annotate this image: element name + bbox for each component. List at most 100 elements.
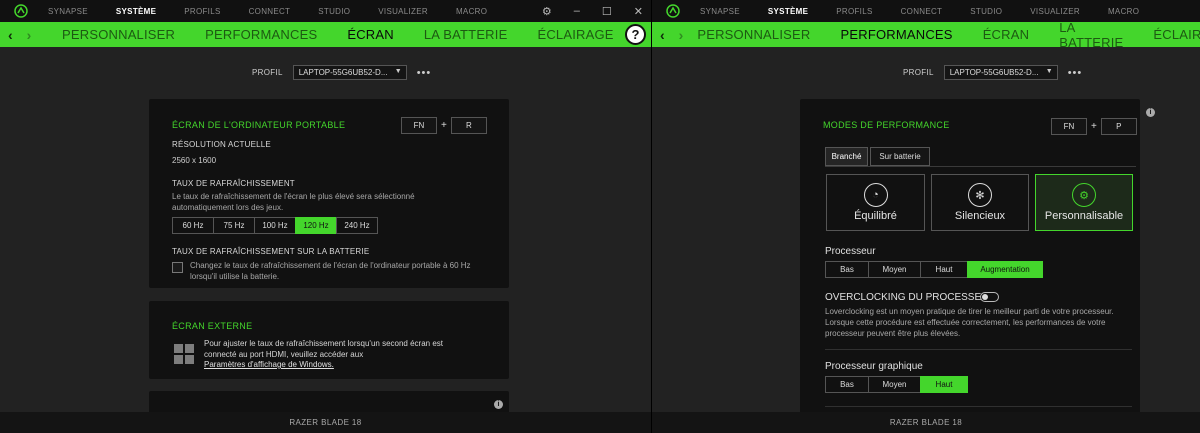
tab-personnaliser[interactable]: PERSONNALISER	[697, 27, 810, 42]
profile-value: LAPTOP-55G6UB52-D...	[949, 68, 1039, 77]
shortcut-key-fn: FN	[401, 117, 437, 134]
profile-select[interactable]: LAPTOP-55G6UB52-D... ▼	[943, 65, 1058, 80]
help-icon[interactable]: ?	[625, 24, 646, 45]
top-menu-synapse[interactable]: SYNAPSE	[48, 7, 88, 16]
more-options-icon[interactable]: •••	[417, 67, 432, 79]
top-menu-synapse[interactable]: SYNAPSE	[700, 7, 740, 16]
top-menu-profils[interactable]: PROFILS	[184, 7, 220, 16]
tab-branche[interactable]: Branché	[825, 147, 868, 166]
shortcut-key-fn: FN	[1051, 118, 1087, 135]
tab-la-batterie[interactable]: LA BATTERIE	[1059, 20, 1123, 50]
tab-ecran[interactable]: ÉCRAN	[347, 27, 394, 42]
cpu-overclocking-description: Loverclocking est un moyen pratique de t…	[825, 306, 1114, 339]
gpu-option-haut[interactable]: Haut	[920, 376, 968, 393]
top-menu-systeme[interactable]: SYSTÈME	[768, 7, 808, 16]
profile-label: PROFIL	[252, 68, 283, 77]
top-menu-macro[interactable]: MACRO	[456, 7, 487, 16]
external-desc-line1: Pour ajuster le taux de rafraîchissement…	[204, 339, 443, 348]
top-menu-macro[interactable]: MACRO	[1108, 7, 1139, 16]
shortcut-key-p: P	[1100, 118, 1137, 135]
razer-logo-icon	[14, 4, 28, 18]
info-icon[interactable]: i	[1146, 108, 1155, 117]
cpu-option-augmentation[interactable]: Augmentation	[967, 261, 1043, 278]
top-menu-studio[interactable]: STUDIO	[970, 7, 1002, 16]
settings-gear-icon[interactable]: ⚙	[542, 5, 552, 18]
laptop-screen-title: ÉCRAN DE L'ORDINATEUR PORTABLE	[172, 120, 346, 130]
battery-refresh-desc-line1: Changez le taux de rafraîchissement de l…	[190, 261, 471, 270]
fan-icon: ✻	[968, 183, 992, 207]
tab-eclairage[interactable]: ÉCLAIRAGE	[1153, 27, 1200, 42]
battery-refresh-description: Changez le taux de rafraîchissement de l…	[190, 260, 471, 282]
rate-option-240[interactable]: 240 Hz	[336, 217, 378, 234]
top-menu-visualizer[interactable]: VISUALIZER	[1030, 7, 1080, 16]
tab-personnaliser[interactable]: PERSONNALISER	[62, 27, 175, 42]
rate-option-100[interactable]: 100 Hz	[254, 217, 296, 234]
tab-la-batterie[interactable]: LA BATTERIE	[424, 27, 508, 42]
cpu-option-moyen[interactable]: Moyen	[868, 261, 921, 278]
mode-card-equilibre[interactable]: ◔ Équilibré	[826, 174, 925, 231]
oc-desc-line1: Loverclocking est un moyen pratique de t…	[825, 307, 1114, 316]
top-menu-systeme[interactable]: SYSTÈME	[116, 7, 156, 16]
nav-arrows: ‹ ›	[8, 27, 62, 43]
minimize-icon[interactable]: –	[574, 5, 580, 17]
tab-performances[interactable]: PERFORMANCES	[840, 27, 952, 42]
external-screen-panel: ÉCRAN EXTERNE Pour ajuster le taux de ra…	[149, 301, 509, 379]
nav-tabs: PERSONNALISER PERFORMANCES ÉCRAN LA BATT…	[697, 20, 1200, 50]
shortcut-plus: +	[1091, 121, 1097, 132]
cpu-option-bas[interactable]: Bas	[825, 261, 869, 278]
more-options-icon[interactable]: •••	[1068, 67, 1083, 79]
battery-refresh-checkbox[interactable]	[172, 262, 183, 273]
profile-select[interactable]: LAPTOP-55G6UB52-D... ▼	[292, 65, 407, 80]
status-bar: RAZER BLADE 18	[652, 412, 1200, 433]
mode-label-personnalisable: Personnalisable	[1044, 210, 1124, 222]
battery-refresh-desc-line2: lorsqu'il utilise la batterie.	[190, 272, 280, 281]
shortcut-keys: FN + R	[401, 117, 487, 134]
cpu-option-haut[interactable]: Haut	[920, 261, 968, 278]
top-menu-connect[interactable]: CONNECT	[901, 7, 943, 16]
tab-ecran[interactable]: ÉCRAN	[983, 27, 1030, 42]
top-menu-studio[interactable]: STUDIO	[318, 7, 350, 16]
top-menu-connect[interactable]: CONNECT	[249, 7, 291, 16]
shortcut-keys: FN + P	[1051, 118, 1137, 135]
nav-arrows: ‹ ›	[660, 27, 697, 43]
tab-performances[interactable]: PERFORMANCES	[205, 27, 317, 42]
gpu-option-moyen[interactable]: Moyen	[868, 376, 921, 393]
gpu-option-bas[interactable]: Bas	[825, 376, 869, 393]
cpu-overclocking-toggle[interactable]	[980, 292, 999, 302]
forward-arrow-icon[interactable]: ›	[679, 27, 684, 43]
external-screen-title: ÉCRAN EXTERNE	[172, 321, 253, 331]
top-menu-visualizer[interactable]: VISUALIZER	[378, 7, 428, 16]
battery-refresh-label: TAUX DE RAFRAÎCHISSEMENT SUR LA BATTERIE	[172, 247, 370, 256]
back-arrow-icon[interactable]: ‹	[660, 27, 665, 43]
rate-option-60[interactable]: 60 Hz	[172, 217, 214, 234]
chevron-down-icon: ▼	[1045, 68, 1053, 75]
window-controls: ⚙ – ☐ ✕	[524, 0, 647, 22]
info-icon[interactable]: i	[494, 400, 503, 409]
windows-display-settings-link[interactable]: Paramètres d'affichage de Windows.	[204, 360, 334, 369]
profile-value: LAPTOP-55G6UB52-D...	[298, 68, 388, 77]
tab-underline	[825, 166, 1136, 167]
cpu-overclocking-label: OVERCLOCKING DU PROCESSEUR	[825, 292, 996, 303]
refresh-rate-desc-line1: Le taux de rafraîchissement de l'écran l…	[172, 192, 415, 201]
rate-option-120[interactable]: 120 Hz	[295, 217, 337, 234]
mode-label-silencieux: Silencieux	[954, 210, 1006, 222]
chevron-down-icon: ▼	[394, 68, 402, 75]
maximize-icon[interactable]: ☐	[602, 5, 612, 18]
gauge-icon: ◔	[863, 183, 888, 207]
refresh-rate-description: Le taux de rafraîchissement de l'écran l…	[172, 191, 415, 213]
top-menu-profils[interactable]: PROFILS	[836, 7, 872, 16]
tab-eclairage[interactable]: ÉCLAIRAGE	[537, 27, 613, 42]
top-menu: SYNAPSE SYSTÈME PROFILS CONNECT STUDIO V…	[48, 0, 515, 22]
tab-sur-batterie[interactable]: Sur batterie	[870, 147, 930, 166]
forward-arrow-icon[interactable]: ›	[27, 27, 32, 43]
rate-option-75[interactable]: 75 Hz	[213, 217, 255, 234]
profile-row: PROFIL LAPTOP-55G6UB52-D... ▼ •••	[903, 65, 1082, 80]
shortcut-key-r: R	[450, 117, 487, 134]
refresh-rate-selector: 60 Hz 75 Hz 100 Hz 120 Hz 240 Hz	[172, 217, 378, 234]
back-arrow-icon[interactable]: ‹	[8, 27, 13, 43]
section-nav: ‹ › PERSONNALISER PERFORMANCES ÉCRAN LA …	[652, 20, 1200, 50]
mode-card-silencieux[interactable]: ✻ Silencieux	[931, 174, 1029, 231]
close-icon[interactable]: ✕	[634, 5, 643, 18]
power-source-tabs: Branché Sur batterie	[825, 147, 932, 166]
mode-card-personnalisable[interactable]: ⚙ Personnalisable	[1035, 174, 1133, 231]
